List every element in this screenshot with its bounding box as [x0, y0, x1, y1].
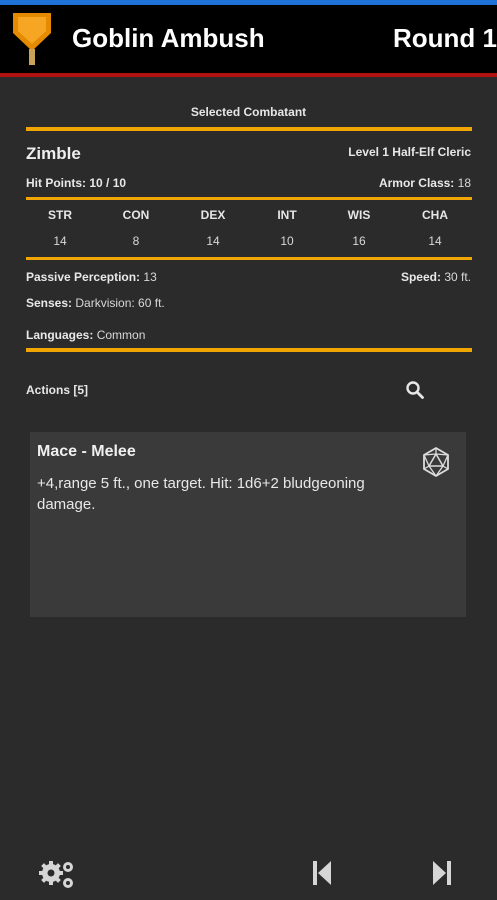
- header-divider: [0, 73, 497, 77]
- ability-con: CON 8: [106, 208, 166, 248]
- skip-previous-icon[interactable]: [311, 858, 333, 888]
- combatant-name: Zimble: [26, 144, 81, 163]
- armor-class: Armor Class: 18: [379, 176, 471, 190]
- encounter-title: Goblin Ambush: [72, 23, 265, 53]
- app-bar: Goblin Ambush Round 1: [0, 5, 497, 73]
- round-counter: Round 1: [393, 23, 497, 53]
- ability-value: 10: [280, 234, 294, 248]
- ability-abbr: CON: [122, 208, 150, 222]
- ability-abbr: STR: [48, 208, 72, 222]
- senses-label: Senses:: [26, 296, 73, 310]
- passive-value: 13: [143, 270, 157, 284]
- panel-header: Selected Combatant: [190, 105, 307, 119]
- combatant-descriptor: Level 1 Half-Elf Cleric: [348, 145, 471, 159]
- action-title: Mace - Melee: [37, 443, 136, 460]
- divider: [26, 197, 472, 200]
- ability-value: 8: [132, 234, 140, 248]
- divider: [26, 257, 472, 260]
- speed-label: Speed:: [400, 270, 441, 284]
- ability-cha: CHA 14: [405, 208, 465, 248]
- senses: Senses: Darkvision: 60 ft.: [26, 296, 165, 310]
- action-card[interactable]: Mace - Melee +4,range 5 ft., one target.…: [30, 432, 466, 617]
- action-description: +4,range 5 ft., one target. Hit: 1d6+2 b…: [37, 475, 365, 513]
- shield-banner-icon: [13, 13, 51, 65]
- ac-value: 18: [457, 176, 471, 190]
- ability-str: STR 14: [30, 208, 90, 248]
- hp-value: 10 / 10: [89, 176, 127, 190]
- gears-icon[interactable]: [38, 858, 76, 892]
- ability-value: 14: [53, 234, 67, 248]
- hit-points: Hit Points: 10 / 10: [26, 176, 126, 190]
- speed: Speed: 30 ft.: [401, 270, 471, 284]
- d20-dice-icon[interactable]: [420, 446, 452, 478]
- languages: Languages: Common: [26, 328, 145, 342]
- languages-label: Languages:: [26, 328, 94, 342]
- ability-value: 14: [206, 234, 220, 248]
- divider: [26, 127, 472, 131]
- senses-value: Darkvision: 60 ft.: [75, 296, 165, 310]
- search-icon[interactable]: [405, 380, 425, 400]
- ac-label: Armor Class:: [378, 176, 455, 190]
- skip-next-icon[interactable]: [431, 858, 453, 888]
- ability-int: INT 10: [257, 208, 317, 248]
- ability-wis: WIS 16: [329, 208, 389, 248]
- actions-header: Actions [5]: [26, 383, 89, 397]
- passive-perception: Passive Perception: 13: [26, 270, 157, 284]
- hp-label: Hit Points:: [26, 176, 86, 190]
- ability-value: 14: [428, 234, 442, 248]
- divider: [26, 348, 472, 352]
- ability-dex: DEX 14: [183, 208, 243, 248]
- ability-abbr: CHA: [422, 208, 448, 222]
- ability-abbr: INT: [277, 208, 297, 222]
- ability-abbr: DEX: [200, 208, 226, 222]
- ability-value: 16: [352, 234, 366, 248]
- ability-abbr: WIS: [347, 208, 371, 222]
- languages-value: Common: [96, 328, 146, 342]
- speed-value: 30 ft.: [444, 270, 471, 284]
- passive-label: Passive Perception:: [26, 270, 141, 284]
